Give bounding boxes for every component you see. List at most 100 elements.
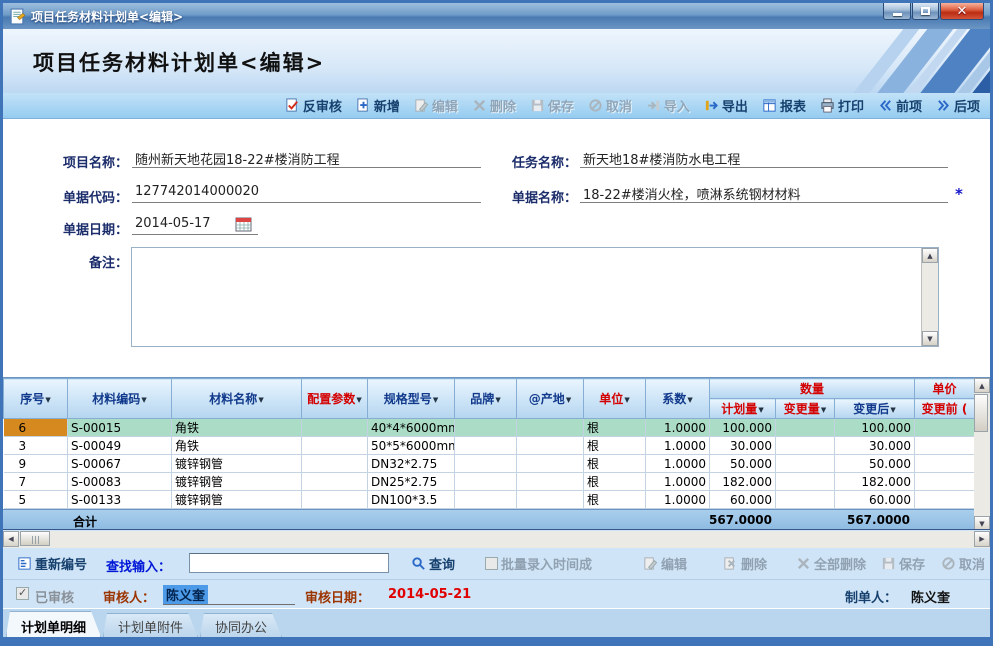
sort-icon: ▼ <box>758 406 763 414</box>
remark-textarea[interactable]: ▲ ▼ <box>131 247 939 347</box>
cell-after: 100.000 <box>835 419 915 437</box>
cell-param <box>302 491 368 509</box>
report-button[interactable]: 报表 <box>762 96 806 115</box>
renumber-label: 重新编号 <box>35 554 87 573</box>
sort-icon: ▼ <box>495 396 500 404</box>
doc-code-field[interactable]: 127742014000020 <box>132 184 481 203</box>
table-row[interactable]: 7 S-00083 镀锌钢管 DN25*2.75 根 1.0000 182.00… <box>4 473 975 491</box>
next-icon <box>936 98 951 113</box>
cell-before <box>915 419 975 437</box>
auditor-field[interactable]: 陈义奎 <box>163 585 295 605</box>
batch-entry-checkbox: 批量录入时间成 <box>485 554 592 573</box>
col-param[interactable]: 配置参数▼ <box>302 379 368 419</box>
grid-delete-button: 删除 <box>723 554 767 573</box>
scrollbar-thumb[interactable] <box>20 531 50 546</box>
col-before-price[interactable]: 变更前 ( <box>915 399 975 419</box>
save-button: 保存 <box>530 96 574 115</box>
next-item-label: 后项 <box>954 96 980 115</box>
scroll-up-icon[interactable]: ▲ <box>922 248 938 263</box>
scroll-left-icon[interactable]: ◀ <box>3 531 19 547</box>
scroll-down-icon[interactable]: ▼ <box>974 516 990 530</box>
col-brand[interactable]: 品牌▼ <box>455 379 517 419</box>
table-row[interactable]: 3 S-00049 角铁 50*5*6000mm 根 1.0000 30.000… <box>4 437 975 455</box>
col-group-price[interactable]: 单价 <box>915 379 975 399</box>
col-origin[interactable]: @产地▼ <box>517 379 584 419</box>
auditor-value: 陈义奎 <box>163 585 208 604</box>
scroll-down-icon[interactable]: ▼ <box>922 331 938 346</box>
page-title: 项目任务材料计划单<编辑> <box>33 47 325 77</box>
renumber-button[interactable]: 重新编号 <box>17 554 87 573</box>
cell-plan: 100.000 <box>710 419 776 437</box>
col-after-qty[interactable]: 变更后▼ <box>835 399 915 419</box>
total-after-qty: 567.0000 <box>834 513 910 527</box>
cell-origin <box>517 491 584 509</box>
main-toolbar: 反审核 新增 编辑 删除 保存 取消 导入 导出 <box>3 93 990 119</box>
cell-code: S-00083 <box>68 473 172 491</box>
tab-collaboration[interactable]: 协同办公 <box>200 613 282 637</box>
cell-before <box>915 473 975 491</box>
scroll-right-icon[interactable]: ▶ <box>974 531 990 547</box>
scroll-up-icon[interactable]: ▲ <box>974 378 990 393</box>
app-window: 项目任务材料计划单<编辑> ✕ 项目任务材料计划单<编辑> 反审核 新增 <box>0 0 993 646</box>
cell-unit: 根 <box>584 419 646 437</box>
cell-seq: 7 <box>4 473 68 491</box>
grid-save-button: 保存 <box>881 554 925 573</box>
cell-code: S-00015 <box>68 419 172 437</box>
cell-origin <box>517 473 584 491</box>
window-controls: ✕ <box>882 3 984 20</box>
export-button[interactable]: 导出 <box>704 96 748 115</box>
table-row[interactable]: 6 S-00015 角铁 40*4*6000mm 根 1.0000 100.00… <box>4 419 975 437</box>
col-name[interactable]: 材料名称▼ <box>172 379 302 419</box>
grid-save-label: 保存 <box>899 554 925 573</box>
maker-label: 制单人： <box>845 587 897 606</box>
cell-unit: 根 <box>584 455 646 473</box>
col-coef[interactable]: 系数▼ <box>646 379 710 419</box>
col-change-qty[interactable]: 变更量▼ <box>776 399 835 419</box>
audited-label: 已审核 <box>35 587 74 606</box>
next-item-button[interactable]: 后项 <box>936 96 980 115</box>
maximize-button[interactable] <box>912 3 939 20</box>
remark-scrollbar[interactable]: ▲ ▼ <box>921 248 938 346</box>
cell-spec: DN25*2.75 <box>368 473 455 491</box>
grid-cancel-button: 取消 <box>941 554 985 573</box>
cell-param <box>302 419 368 437</box>
prev-item-button[interactable]: 前项 <box>878 96 922 115</box>
edit-button: 编辑 <box>414 96 458 115</box>
tab-plan-detail[interactable]: 计划单明细 <box>6 611 101 637</box>
doc-name-field[interactable]: 18-22#楼消火栓，喷淋系统钢材材料 <box>580 184 948 203</box>
prev-icon <box>878 98 893 113</box>
cell-name: 镀锌钢管 <box>172 491 302 509</box>
col-seq[interactable]: 序号▼ <box>4 379 68 419</box>
project-name-field[interactable]: 随州新天地花园18-22#楼消防工程 <box>132 149 481 168</box>
delete-all-label: 全部删除 <box>814 554 866 573</box>
cell-unit: 根 <box>584 437 646 455</box>
tab-plan-attachment[interactable]: 计划单附件 <box>103 613 198 637</box>
scrollbar-thumb[interactable] <box>974 394 988 432</box>
col-group-qty[interactable]: 数量 <box>710 379 915 399</box>
report-icon <box>762 98 777 113</box>
query-button[interactable]: 查询 <box>411 554 455 573</box>
sort-icon: ▼ <box>624 396 629 404</box>
cell-change <box>776 473 835 491</box>
delete-button: 删除 <box>472 96 516 115</box>
audit-reverse-button[interactable]: 反审核 <box>285 96 342 115</box>
minimize-button[interactable] <box>883 3 911 20</box>
cancel-icon <box>941 556 956 571</box>
grid-horizontal-scrollbar[interactable]: ◀ ▶ <box>3 531 990 548</box>
grid-vertical-scrollbar[interactable]: ▲ ▼ <box>974 378 990 530</box>
add-button[interactable]: 新增 <box>356 96 400 115</box>
report-label: 报表 <box>780 96 806 115</box>
search-input[interactable] <box>189 553 389 573</box>
close-button[interactable]: ✕ <box>940 3 984 20</box>
table-row[interactable]: 5 S-00133 镀锌钢管 DN100*3.5 根 1.0000 60.000… <box>4 491 975 509</box>
print-button[interactable]: 打印 <box>820 96 864 115</box>
col-unit[interactable]: 单位▼ <box>584 379 646 419</box>
col-spec[interactable]: 规格型号▼ <box>368 379 455 419</box>
cell-seq: 6 <box>4 419 68 437</box>
task-name-field[interactable]: 新天地18#楼消防水电工程 <box>580 149 948 168</box>
add-label: 新增 <box>374 96 400 115</box>
calendar-button[interactable] <box>235 217 252 232</box>
col-plan-qty[interactable]: 计划量▼ <box>710 399 776 419</box>
table-row[interactable]: 9 S-00067 镀锌钢管 DN32*2.75 根 1.0000 50.000… <box>4 455 975 473</box>
col-code[interactable]: 材料编码▼ <box>68 379 172 419</box>
